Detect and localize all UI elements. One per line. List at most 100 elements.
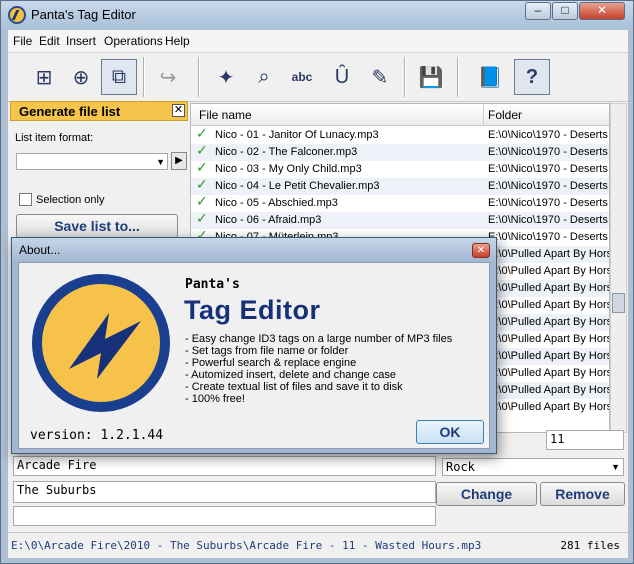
about-content: Panta's Tag Editor - Easy change ID3 tag… bbox=[18, 262, 490, 449]
column-folder[interactable]: Folder bbox=[488, 108, 522, 122]
check-icon: ✓ bbox=[196, 125, 208, 141]
brand-small: Panta's bbox=[185, 277, 240, 292]
table-row[interactable]: ✓ Nico - 05 - Abschied.mp3 E:\0\Nico\1970 … bbox=[191, 193, 609, 212]
toolbar-separator bbox=[143, 57, 145, 97]
folder-cell: E:\0\Pulled Apart By Hors bbox=[488, 299, 610, 311]
help-icon[interactable]: ? bbox=[514, 59, 550, 95]
scrollbar-thumb[interactable] bbox=[612, 293, 625, 313]
toolbar-separator bbox=[457, 57, 459, 97]
feature-item: - Automized insert, delete and change ca… bbox=[185, 369, 396, 381]
folder-cell: E:\0\Nico\1970 - Deserts bbox=[488, 146, 608, 158]
panel-close-icon[interactable]: ✕ bbox=[172, 104, 185, 117]
case-icon[interactable]: Ȗ bbox=[324, 59, 360, 95]
file-name-cell: Nico - 03 - My Only Child.mp3 bbox=[215, 163, 362, 175]
toolbar-separator bbox=[198, 57, 200, 97]
feature-item: - Set tags from file name or folder bbox=[185, 345, 349, 357]
apply-format-button[interactable]: ▶ bbox=[171, 152, 187, 170]
menu-bar: File Edit Insert Operations Help bbox=[8, 30, 628, 52]
track-field[interactable]: 11 bbox=[546, 430, 624, 450]
column-file-name[interactable]: File name bbox=[199, 108, 252, 122]
table-row[interactable]: ✓ Nico - 04 - Le Petit Chevalier.mp3 E:\0\… bbox=[191, 176, 609, 195]
menu-operations[interactable]: Operations bbox=[104, 34, 163, 48]
script-icon[interactable]: ✎ bbox=[362, 59, 398, 95]
file-name-cell: Nico - 02 - The Falconer.mp3 bbox=[215, 146, 358, 158]
window-title: Panta's Tag Editor bbox=[31, 7, 136, 22]
artist-field[interactable]: Arcade Fire bbox=[13, 456, 436, 476]
chevron-down-icon: ▼ bbox=[156, 157, 165, 167]
feature-list: - Easy change ID3 tags on a large number… bbox=[185, 333, 452, 405]
file-list-scrollbar[interactable] bbox=[610, 103, 627, 433]
toolbar-separator bbox=[404, 57, 406, 97]
file-name-cell: Nico - 05 - Abschied.mp3 bbox=[215, 197, 338, 209]
folder-cell: E:\0\Nico\1970 - Deserts bbox=[488, 129, 608, 141]
folder-cell: E:\0\Pulled Apart By Hors bbox=[488, 384, 610, 396]
status-file-count: 281 files bbox=[560, 539, 620, 552]
list-format-select[interactable]: ▼ bbox=[16, 153, 168, 170]
status-bar: E:\0\Arcade Fire\2010 - The Suburbs\Arca… bbox=[8, 532, 628, 556]
folder-cell: E:\0\Nico\1970 - Deserts bbox=[488, 214, 608, 226]
toolbar: ⊞ ⊕ ⧉ ↪ ✦ ⌕ abc Ȗ ✎ 💾 📘 ? bbox=[8, 52, 628, 102]
column-divider bbox=[483, 104, 484, 126]
genre-select[interactable]: Rock ▼ bbox=[442, 458, 624, 476]
menu-help[interactable]: Help bbox=[165, 34, 190, 48]
menu-file[interactable]: File bbox=[13, 34, 32, 48]
table-row[interactable]: ✓ Nico - 06 - Afraid.mp3 E:\0\Nico\1970 - … bbox=[191, 210, 609, 229]
folder-cell: E:\0\Nico\1970 - Deserts bbox=[488, 180, 608, 192]
status-file-path: E:\0\Arcade Fire\2010 - The Suburbs\Arca… bbox=[11, 539, 482, 552]
new-tag-icon[interactable]: ⊞ bbox=[26, 59, 62, 95]
search-replace-icon[interactable]: ⌕ bbox=[246, 59, 282, 95]
comment-field[interactable] bbox=[13, 506, 436, 526]
feature-item: - Create textual list of files and save … bbox=[185, 381, 403, 393]
folder-cell: E:\0\Pulled Apart By Hors bbox=[488, 401, 610, 413]
add-multi-icon[interactable]: ⧉ bbox=[101, 59, 137, 95]
feature-item: - Powerful search & replace engine bbox=[185, 357, 357, 369]
folder-cell: E:\0\Pulled Apart By Hors bbox=[488, 265, 610, 277]
brand-big: Tag Editor bbox=[184, 295, 321, 325]
folder-cell: E:\0\Pulled Apart By Hors bbox=[488, 316, 610, 328]
change-button[interactable]: Change bbox=[436, 482, 537, 506]
add-tag-icon[interactable]: ⊕ bbox=[63, 59, 99, 95]
folder-cell: E:\0\Pulled Apart By Hors bbox=[488, 248, 610, 260]
genre-value: Rock bbox=[446, 460, 475, 474]
table-row[interactable]: ✓ Nico - 02 - The Falconer.mp3 E:\0\Nico\1… bbox=[191, 142, 609, 161]
minimize-button[interactable]: – bbox=[525, 2, 551, 20]
tag-editor-logo-icon bbox=[32, 274, 170, 412]
check-icon: ✓ bbox=[196, 210, 208, 226]
ok-button[interactable]: OK bbox=[416, 420, 484, 444]
save-list-button[interactable]: Save list to... bbox=[16, 214, 178, 238]
panel-title: Generate file list bbox=[19, 104, 121, 119]
table-row[interactable]: ✓ Nico - 01 - Janitor Of Lunacy.mp3 E:\0\N… bbox=[191, 125, 609, 144]
folder-cell: E:\0\Pulled Apart By Hors bbox=[488, 282, 610, 294]
about-title: About... bbox=[19, 243, 61, 257]
folder-cell: E:\0\Pulled Apart By Hors bbox=[488, 350, 610, 362]
file-name-cell: Nico - 06 - Afraid.mp3 bbox=[215, 214, 322, 226]
menu-insert[interactable]: Insert bbox=[66, 34, 96, 48]
remove-button[interactable]: Remove bbox=[540, 482, 625, 506]
selection-only-checkbox[interactable] bbox=[19, 193, 32, 206]
check-icon: ✓ bbox=[196, 176, 208, 192]
magic-wand-icon[interactable]: ✦ bbox=[208, 59, 244, 95]
save-disk-icon[interactable]: 💾 bbox=[413, 59, 449, 95]
refresh-icon[interactable]: ↪ bbox=[150, 59, 186, 95]
file-name-cell: Nico - 01 - Janitor Of Lunacy.mp3 bbox=[215, 129, 379, 141]
folder-cell: E:\0\Nico\1970 - Deserts bbox=[488, 163, 608, 175]
about-close-button[interactable]: ✕ bbox=[472, 243, 490, 258]
folder-cell: E:\0\Pulled Apart By Hors bbox=[488, 333, 610, 345]
book-icon[interactable]: 📘 bbox=[472, 59, 508, 95]
feature-item: - Easy change ID3 tags on a large number… bbox=[185, 333, 453, 345]
feature-item: - 100% free! bbox=[185, 393, 245, 405]
check-icon: ✓ bbox=[196, 142, 208, 158]
abc-icon[interactable]: abc bbox=[284, 59, 320, 95]
generate-list-panel-header: Generate file list ✕ bbox=[10, 101, 188, 121]
close-button[interactable]: ✕ bbox=[579, 2, 625, 20]
maximize-button[interactable]: □ bbox=[552, 2, 578, 20]
app-logo-icon bbox=[8, 6, 26, 24]
title-bar: Panta's Tag Editor – □ ✕ bbox=[1, 1, 633, 29]
folder-cell: E:\0\Nico\1970 - Deserts bbox=[488, 197, 608, 209]
folder-cell: E:\0\Nico\1970 - Deserts bbox=[488, 231, 608, 243]
album-field[interactable]: The Suburbs bbox=[13, 481, 436, 503]
folder-cell: E:\0\Pulled Apart By Hors bbox=[488, 367, 610, 379]
menu-edit[interactable]: Edit bbox=[39, 34, 60, 48]
table-row[interactable]: ✓ Nico - 03 - My Only Child.mp3 E:\0\Nico\… bbox=[191, 159, 609, 178]
selection-only-label: Selection only bbox=[36, 194, 105, 206]
